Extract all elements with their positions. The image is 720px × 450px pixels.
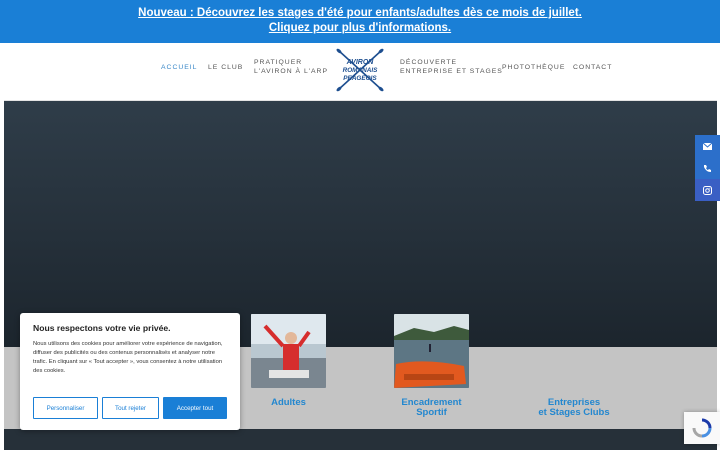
phone-icon xyxy=(704,164,711,172)
nav-pratiquer-line1: PRATIQUER xyxy=(254,59,303,66)
envelope-icon xyxy=(703,142,712,150)
banner-link-line1[interactable]: Nouveau : Découvrez les stages d'été pou… xyxy=(0,0,720,21)
cookie-consent-panel: Nous respectons votre vie privée. Nous u… xyxy=(20,313,240,430)
nav-le-club[interactable]: LE CLUB xyxy=(208,63,243,72)
encadrement-photo[interactable] xyxy=(394,314,469,388)
recaptcha-badge[interactable] xyxy=(684,412,720,444)
footer-strip xyxy=(4,429,717,450)
email-side-button[interactable] xyxy=(695,135,720,157)
nav-contact[interactable]: CONTACT xyxy=(573,63,612,72)
cookie-title: Nous respectons votre vie privée. xyxy=(33,323,171,333)
cookie-accept-button[interactable]: Accepter tout xyxy=(163,397,227,419)
cookie-text: Nous utilisons des cookies pour améliore… xyxy=(33,341,223,374)
nav-decouverte[interactable]: DÉCOUVERTE ENTREPRISE ET STAGES xyxy=(400,58,503,76)
nav-pratiquer-line2: L'AVIRON À L'ARP xyxy=(254,68,328,75)
instagram-side-button[interactable] xyxy=(695,179,720,201)
club-logo[interactable]: AVIRON ROMANAIS PEAGEOIS xyxy=(334,47,386,93)
card-label-encadrement[interactable]: Encadrement Sportif xyxy=(384,398,479,418)
banner-link-line2[interactable]: Cliquez pour plus d'informations. xyxy=(0,21,720,36)
nav-accueil[interactable]: ACCUEIL xyxy=(161,63,197,72)
card-label-entreprises-2: et Stages Clubs xyxy=(538,407,610,418)
logo-text-2: ROMANAIS xyxy=(343,67,379,74)
hero-section xyxy=(4,101,717,347)
recaptcha-icon xyxy=(692,418,712,438)
announcement-banner: Nouveau : Découvrez les stages d'été pou… xyxy=(0,0,720,43)
phone-side-button[interactable] xyxy=(695,157,720,179)
card-label-adultes[interactable]: Adultes xyxy=(251,398,326,408)
logo-text-3: PEAGEOIS xyxy=(343,75,377,82)
cookie-customize-button[interactable]: Personnaliser xyxy=(33,397,98,419)
card-label-encadrement-2: Sportif xyxy=(416,407,447,418)
adultes-photo[interactable] xyxy=(251,314,326,388)
cookie-reject-button[interactable]: Tout rejeter xyxy=(102,397,159,419)
nav-decouverte-line2: ENTREPRISE ET STAGES xyxy=(400,68,503,75)
nav-decouverte-line1: DÉCOUVERTE xyxy=(400,59,458,66)
card-label-entreprises[interactable]: Entreprises et Stages Clubs xyxy=(524,398,624,418)
instagram-icon xyxy=(703,185,712,195)
logo-text-1: AVIRON xyxy=(346,59,375,66)
nav-phototheque[interactable]: PHOTOTHÈQUE xyxy=(502,63,565,72)
main-nav: ACCUEIL LE CLUB PRATIQUER L'AVIRON À L'A… xyxy=(4,43,717,101)
nav-pratiquer[interactable]: PRATIQUER L'AVIRON À L'ARP xyxy=(254,58,328,76)
